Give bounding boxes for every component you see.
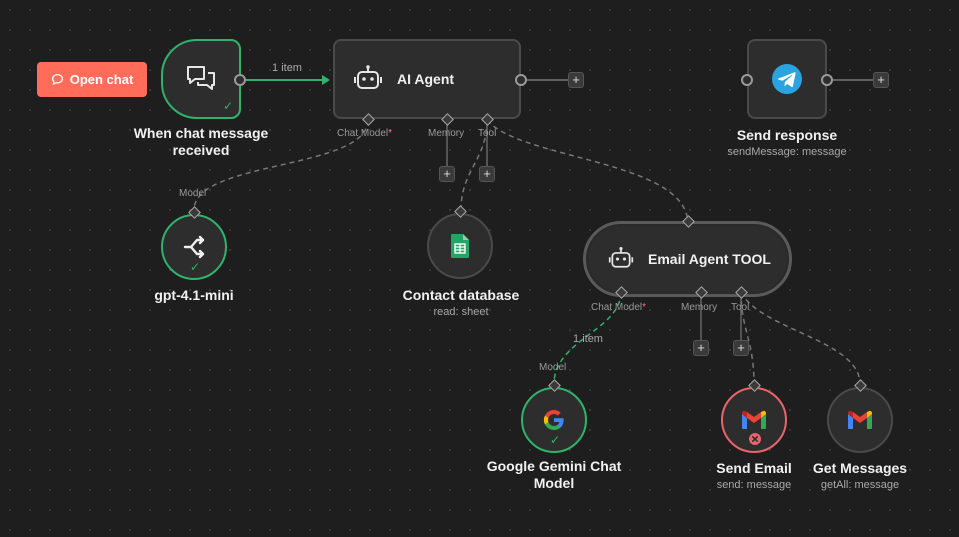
email-agent-tool-node[interactable]: Email Agent TOOL bbox=[583, 221, 792, 297]
get-messages-node[interactable] bbox=[827, 387, 893, 453]
gemini-model-port-label: Model bbox=[539, 362, 567, 373]
send-response-input-handle[interactable] bbox=[741, 74, 753, 86]
send-email-node[interactable] bbox=[721, 387, 787, 453]
chat-bubble-icon bbox=[51, 73, 63, 86]
contact-database-title: Contact database bbox=[402, 287, 520, 303]
main-connection-label: 1 item bbox=[272, 62, 302, 74]
contact-database-subtitle: read: sheet bbox=[433, 306, 489, 318]
google-g-icon bbox=[543, 410, 564, 430]
gemini-model-node[interactable]: ✓ bbox=[521, 387, 587, 453]
email-agent-connection bbox=[486, 119, 689, 225]
google-sheets-icon bbox=[451, 234, 469, 258]
open-chat-label: Open chat bbox=[69, 72, 134, 87]
telegram-icon bbox=[772, 64, 802, 94]
chat-icon bbox=[187, 66, 215, 90]
send-response-subtitle: sendMessage: message bbox=[727, 146, 847, 158]
email-agent-title: Email Agent TOOL bbox=[648, 251, 771, 267]
email-agent-memory-label: Memory bbox=[681, 302, 718, 313]
email-agent-chat-model-label: Chat Model* bbox=[591, 302, 647, 313]
send-response-node[interactable] bbox=[747, 39, 827, 119]
success-check-icon: ✓ bbox=[222, 99, 233, 113]
get-messages-connection bbox=[740, 291, 861, 385]
gpt-model-port-label: Model bbox=[179, 188, 207, 199]
send-response-output-handle[interactable] bbox=[821, 74, 833, 86]
ai-agent-add-tool-button[interactable]: + bbox=[479, 166, 495, 182]
gemini-connection-label: 1 item bbox=[573, 333, 603, 345]
error-x-icon bbox=[749, 433, 761, 445]
trigger-title: When chat message received bbox=[133, 125, 269, 158]
send-response-title: Send response bbox=[736, 127, 838, 143]
gpt-model-node[interactable]: ✓ bbox=[161, 214, 227, 280]
ai-agent-title: AI Agent bbox=[397, 71, 455, 87]
send-email-title: Send Email bbox=[716, 460, 792, 476]
send-email-subtitle: send: message bbox=[716, 479, 792, 491]
email-agent-add-tool-button[interactable]: + bbox=[733, 340, 749, 356]
ai-agent-add-memory-button[interactable]: + bbox=[439, 166, 455, 182]
get-messages-subtitle: getAll: message bbox=[820, 479, 900, 491]
gemini-model-title: Google Gemini Chat Model bbox=[486, 458, 622, 491]
email-agent-add-memory-button[interactable]: + bbox=[693, 340, 709, 356]
success-check-icon: ✓ bbox=[190, 260, 201, 274]
send-response-add-output-button[interactable]: + bbox=[873, 72, 889, 88]
get-messages-title: Get Messages bbox=[812, 460, 908, 476]
ai-agent-chat-model-label: Chat Model* bbox=[337, 128, 393, 139]
open-chat-button[interactable]: Open chat bbox=[37, 62, 147, 97]
email-agent-tool-label: Tool bbox=[731, 302, 750, 313]
gmail-icon bbox=[848, 410, 872, 429]
robot-icon bbox=[354, 65, 382, 89]
ai-agent-add-output-button[interactable]: + bbox=[568, 72, 584, 88]
ai-agent-tool-label: Tool bbox=[478, 128, 497, 139]
robot-icon bbox=[608, 247, 634, 268]
contact-database-node[interactable] bbox=[427, 213, 493, 279]
ai-agent-node[interactable]: AI Agent bbox=[333, 39, 521, 119]
openai-router-icon bbox=[183, 235, 205, 259]
connection-arrow bbox=[322, 75, 330, 85]
gmail-icon bbox=[742, 410, 766, 429]
trigger-output-handle[interactable] bbox=[234, 74, 246, 86]
gpt-model-title: gpt-4.1-mini bbox=[154, 287, 234, 303]
ai-agent-output-handle[interactable] bbox=[515, 74, 527, 86]
ai-agent-memory-label: Memory bbox=[428, 128, 465, 139]
success-check-icon: ✓ bbox=[550, 433, 561, 447]
chat-trigger-node[interactable]: ✓ bbox=[161, 39, 241, 119]
